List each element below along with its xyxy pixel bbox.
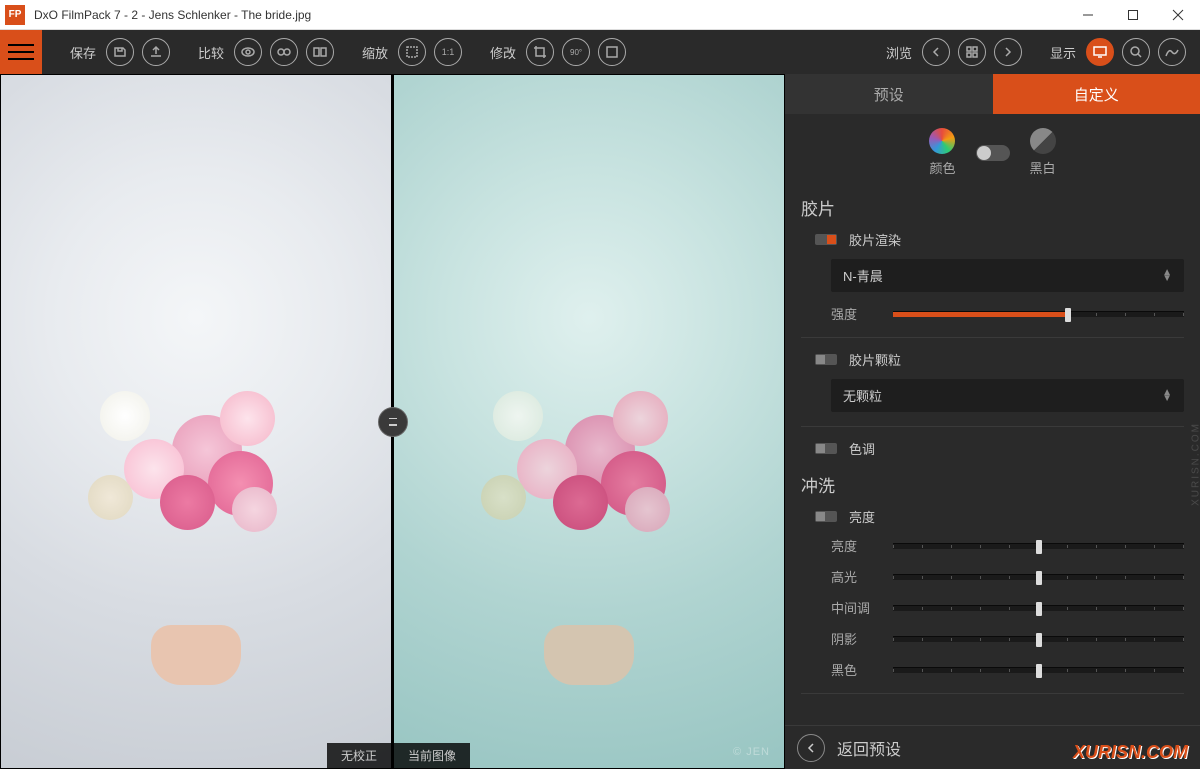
slider-0[interactable] (893, 543, 1184, 549)
film-grain-select[interactable]: 无颗粒 ▲▼ (831, 379, 1184, 412)
original-image-panel[interactable]: 无校正 (1, 75, 391, 768)
crop-icon[interactable] (526, 38, 554, 66)
chevron-updown-icon: ▲▼ (1162, 270, 1172, 282)
color-mode-label: 颜色 (929, 158, 955, 177)
slider-label-0: 亮度 (831, 536, 879, 555)
frame-icon[interactable] (598, 38, 626, 66)
window-title: DxO FilmPack 7 - 2 - Jens Schlenker - Th… (30, 8, 1065, 22)
slider-label-1: 高光 (831, 567, 879, 586)
current-image-panel[interactable]: © JEN 当前图像 (394, 75, 784, 768)
one-to-one-icon[interactable]: 1:1 (434, 38, 462, 66)
prev-icon[interactable] (922, 38, 950, 66)
tone-switch[interactable] (815, 443, 837, 454)
loupe-icon[interactable] (1122, 38, 1150, 66)
intensity-slider[interactable] (893, 311, 1184, 317)
chevron-updown-icon: ▲▼ (1162, 390, 1172, 402)
fit-icon[interactable] (398, 38, 426, 66)
slider-2[interactable] (893, 605, 1184, 611)
next-icon[interactable] (994, 38, 1022, 66)
side-watermark: XURISN.COM (1191, 422, 1200, 506)
main-toolbar: 保存 比较 缩放 1:1 修改 90° 浏览 显示 (0, 30, 1200, 74)
brightness-switch[interactable] (815, 511, 837, 522)
back-button[interactable] (797, 734, 825, 762)
titlebar: FP DxO FilmPack 7 - 2 - Jens Schlenker -… (0, 0, 1200, 30)
display-label: 显示 (1050, 43, 1076, 62)
eye-icon[interactable] (234, 38, 262, 66)
image-viewer: 无校正 © JEN 当前图像 (0, 74, 785, 769)
maximize-button[interactable] (1110, 0, 1155, 30)
modify-label: 修改 (490, 43, 516, 62)
bw-mode-icon[interactable] (1030, 128, 1056, 154)
film-grain-label: 胶片颗粒 (849, 350, 901, 369)
close-button[interactable] (1155, 0, 1200, 30)
film-render-label: 胶片渲染 (849, 230, 901, 249)
minimize-button[interactable] (1065, 0, 1110, 30)
slider-label-4: 黑色 (831, 660, 879, 679)
save-icon[interactable] (106, 38, 134, 66)
tone-label: 色调 (849, 439, 875, 458)
grid-icon[interactable] (958, 38, 986, 66)
corner-watermark: XURISN.COM (1073, 742, 1188, 763)
back-label: 返回预设 (837, 736, 901, 760)
brightness-group-label: 亮度 (849, 507, 875, 526)
slider-3[interactable] (893, 636, 1184, 642)
film-render-switch[interactable] (815, 234, 837, 245)
hamburger-menu[interactable] (0, 30, 42, 74)
export-icon[interactable] (142, 38, 170, 66)
original-label: 无校正 (327, 743, 391, 768)
browse-label: 浏览 (886, 43, 912, 62)
tab-presets[interactable]: 预设 (785, 74, 993, 114)
film-section-header: 胶片 (785, 185, 1200, 226)
current-label: 当前图像 (394, 743, 470, 768)
zoom-label: 缩放 (362, 43, 388, 62)
compare-side-icon[interactable] (306, 38, 334, 66)
film-render-select[interactable]: N-青晨 ▲▼ (831, 259, 1184, 292)
slider-4[interactable] (893, 667, 1184, 673)
color-bw-toggle[interactable] (976, 145, 1010, 161)
save-label: 保存 (70, 43, 96, 62)
app-icon: FP (5, 5, 25, 25)
slider-label-3: 阴影 (831, 629, 879, 648)
histogram-icon[interactable] (1158, 38, 1186, 66)
image-watermark: © JEN (733, 746, 770, 758)
rotate-icon[interactable]: 90° (562, 38, 590, 66)
bw-mode-label: 黑白 (1030, 158, 1056, 177)
side-panel: 预设 自定义 颜色 黑白 胶片 胶片渲染 N-青晨 ▲▼ 强度 (785, 74, 1200, 769)
intensity-label: 强度 (831, 304, 879, 323)
film-grain-switch[interactable] (815, 354, 837, 365)
slider-1[interactable] (893, 574, 1184, 580)
monitor-icon[interactable] (1086, 38, 1114, 66)
compare-label: 比较 (198, 43, 224, 62)
compare-split-icon[interactable] (270, 38, 298, 66)
color-mode-icon[interactable] (929, 128, 955, 154)
compare-divider-handle[interactable] (378, 407, 408, 437)
develop-section-header: 冲洗 (785, 462, 1200, 503)
slider-label-2: 中间调 (831, 598, 879, 617)
tab-custom[interactable]: 自定义 (993, 74, 1200, 114)
